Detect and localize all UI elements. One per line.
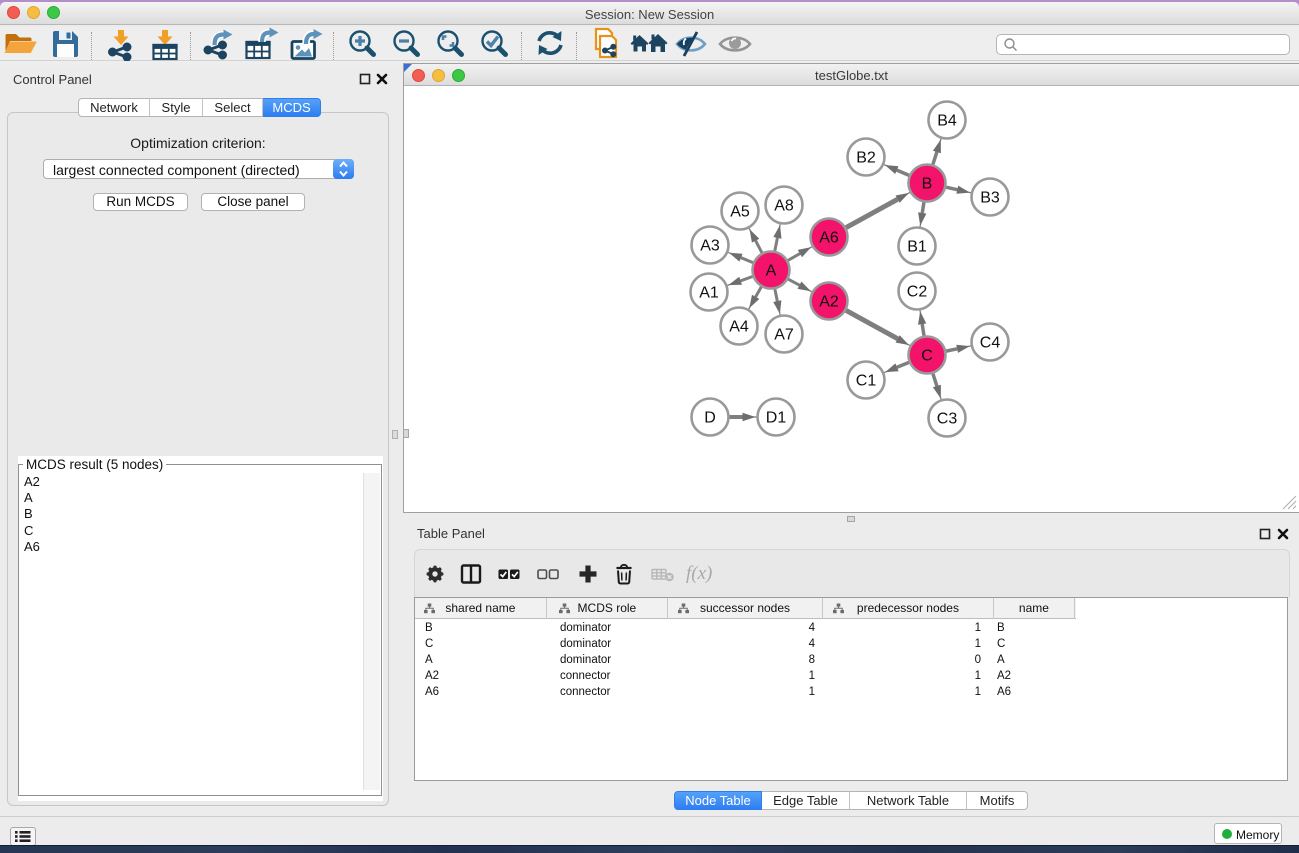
svg-text:A8: A8: [774, 198, 794, 215]
svg-text:C4: C4: [980, 335, 1001, 352]
svg-text:C2: C2: [907, 284, 928, 301]
svg-text:D1: D1: [766, 410, 787, 427]
svg-text:A3: A3: [700, 238, 720, 255]
svg-text:B4: B4: [937, 113, 957, 130]
svg-text:A: A: [766, 263, 777, 280]
svg-text:A1: A1: [699, 285, 719, 302]
svg-text:A7: A7: [774, 327, 794, 344]
svg-text:C: C: [921, 348, 933, 365]
svg-text:B3: B3: [980, 190, 1000, 207]
svg-text:B1: B1: [907, 239, 927, 256]
svg-text:A2: A2: [819, 294, 839, 311]
svg-text:C3: C3: [937, 411, 958, 428]
svg-text:B2: B2: [856, 150, 876, 167]
svg-text:D: D: [704, 410, 716, 427]
svg-text:C1: C1: [856, 373, 877, 390]
svg-text:A5: A5: [730, 204, 750, 221]
svg-text:A4: A4: [729, 319, 749, 336]
svg-text:A6: A6: [819, 230, 839, 247]
svg-text:B: B: [922, 176, 933, 193]
